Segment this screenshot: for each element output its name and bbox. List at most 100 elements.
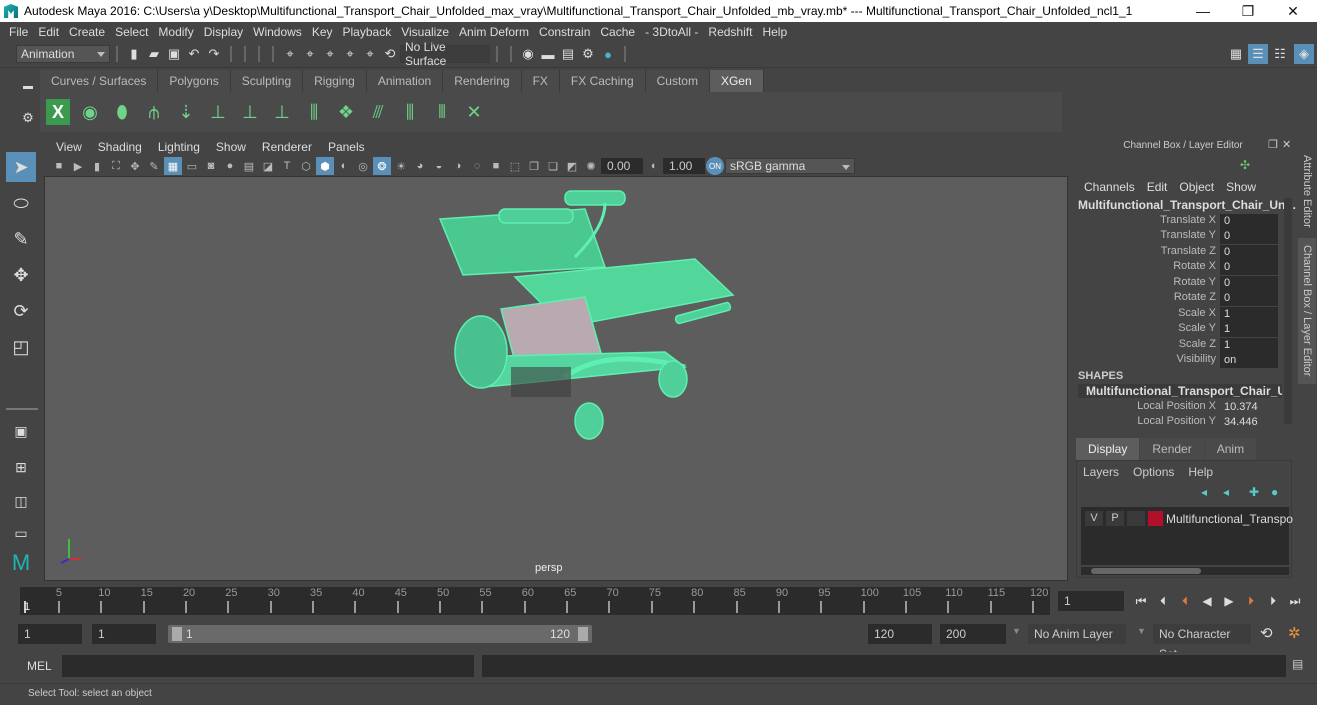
camera-attributes-icon[interactable]: ▶ — [69, 157, 87, 175]
object-name[interactable]: Multifunctional_Transport_Chair_Unf... — [1078, 198, 1299, 212]
create-description-icon[interactable]: ❖ — [334, 99, 358, 125]
attr-scale-y[interactable]: Scale Y 1 — [1078, 322, 1278, 337]
new-layer-icon[interactable]: ✚ — [1249, 485, 1259, 499]
command-input[interactable] — [62, 655, 474, 677]
attr-value[interactable]: on — [1220, 353, 1278, 368]
tab-anim[interactable]: Anim — [1204, 438, 1257, 460]
vp-menu-view[interactable]: View — [48, 140, 90, 154]
add-guide-icon[interactable]: ⊥ — [206, 99, 230, 125]
menu-visualize[interactable]: Visualize — [396, 25, 454, 39]
tab-render[interactable]: Render — [1140, 438, 1204, 460]
attr-translate-z[interactable]: Translate Z 0 — [1078, 245, 1278, 260]
float-panel-icon[interactable]: ❐ — [1268, 138, 1278, 151]
motion-blur-icon[interactable]: ◑ — [449, 157, 467, 175]
lasso-tool-icon[interactable]: ⬭ — [6, 188, 36, 218]
tab-sculpting[interactable]: Sculpting — [230, 70, 304, 92]
render-frame-icon[interactable]: ▬ — [538, 44, 558, 64]
redo-icon[interactable]: ↷ — [204, 44, 224, 64]
restore-button[interactable]: ❐ — [1226, 0, 1270, 22]
rotate-tool-icon[interactable]: ⟳ — [6, 296, 36, 326]
attr-rotate-y[interactable]: Rotate Y 0 — [1078, 276, 1278, 291]
isolate-select-icon[interactable]: ⬚ — [506, 157, 524, 175]
layer-playback-toggle[interactable]: P — [1106, 511, 1124, 526]
attr-scale-x[interactable]: Scale X 1 — [1078, 307, 1278, 322]
attr-value[interactable]: 1 — [1220, 307, 1278, 322]
layer-display-type-toggle[interactable] — [1127, 511, 1145, 526]
channel-box-scrollbar[interactable] — [1284, 198, 1292, 424]
gamma-field[interactable]: 1.00 — [663, 158, 705, 174]
attr-value[interactable]: 1 — [1220, 322, 1278, 337]
field-chart-icon[interactable]: ▤ — [240, 157, 258, 175]
attr-value[interactable]: 10.374 — [1220, 400, 1278, 415]
tab-xgen[interactable]: XGen — [709, 70, 764, 92]
film-gate-icon[interactable]: ▭ — [183, 157, 201, 175]
scrollbar-thumb[interactable] — [1091, 568, 1201, 574]
snap-curve-icon[interactable]: ⌖ — [300, 44, 320, 64]
go-to-start-icon[interactable]: ⏮ — [1132, 592, 1150, 610]
scale-tool-icon[interactable]: ◰ — [6, 332, 36, 362]
play-forwards-icon[interactable]: ▶ — [1220, 592, 1238, 610]
live-surface-field[interactable]: No Live Surface — [400, 40, 490, 68]
tab-polygons[interactable]: Polygons — [158, 70, 231, 92]
select-camera-icon[interactable]: ■ — [50, 157, 68, 175]
character-set-chevron-icon[interactable]: ▼ — [1137, 626, 1146, 636]
hypershade-icon[interactable]: ● — [598, 44, 618, 64]
vp-menu-renderer[interactable]: Renderer — [254, 140, 320, 154]
menu-constrain[interactable]: Constrain — [534, 25, 595, 39]
bookmark-icon[interactable]: ▮ — [88, 157, 106, 175]
range-end-handle[interactable] — [578, 627, 588, 641]
safe-title-icon[interactable]: T — [278, 157, 296, 175]
layer-visibility-toggle[interactable]: V — [1085, 511, 1103, 526]
attr-local-position-y[interactable]: Local Position Y 34.446 — [1078, 415, 1278, 430]
range-slider-bar[interactable]: 1 120 — [168, 625, 592, 643]
attr-value[interactable]: 0 — [1220, 245, 1278, 260]
depth-of-field-icon[interactable]: ■ — [487, 157, 505, 175]
close-button[interactable]: ✕ — [1271, 0, 1315, 22]
attr-value[interactable]: 0 — [1220, 214, 1278, 229]
smooth-shade-icon[interactable]: ⬢ — [316, 157, 334, 175]
shelf-menu-icon[interactable]: ▬ — [18, 76, 38, 96]
outliner-toggle-icon[interactable]: ☰ — [1248, 44, 1268, 64]
shadows-icon[interactable]: ◕ — [411, 157, 429, 175]
new-layer-selected-icon[interactable]: ● — [1271, 485, 1278, 499]
tab-attribute-editor[interactable]: Attribute Editor — [1298, 146, 1316, 236]
two-view-layout-icon[interactable]: ◫ — [6, 486, 36, 516]
attr-value[interactable]: 1 — [1220, 338, 1278, 353]
menu-modify[interactable]: Modify — [153, 25, 198, 39]
select-tool-icon[interactable]: ➤ — [6, 152, 36, 182]
attr-value[interactable]: 0 — [1220, 260, 1278, 275]
move-layer-up-icon[interactable]: ◂ — [1201, 485, 1207, 499]
tab-channel-box-layer-editor[interactable]: Channel Box / Layer Editor — [1298, 238, 1316, 384]
attr-value[interactable]: 0 — [1220, 229, 1278, 244]
range-start-handle[interactable] — [172, 627, 182, 641]
snap-grid-icon[interactable]: ⌖ — [280, 44, 300, 64]
play-backwards-icon[interactable]: ◀ — [1198, 592, 1216, 610]
snap-point-icon[interactable]: ⌖ — [320, 44, 340, 64]
menu-display[interactable]: Display — [199, 25, 248, 39]
add-guides-icon[interactable]: ⫛ — [142, 99, 166, 125]
layer-color-swatch[interactable] — [1148, 511, 1163, 526]
layer-hscrollbar[interactable] — [1081, 567, 1289, 575]
snap-surface-icon[interactable]: ⟲ — [380, 44, 400, 64]
render-view-icon[interactable]: ◉ — [518, 44, 538, 64]
four-view-layout-icon[interactable]: ⊞ — [6, 452, 36, 482]
wireframe-icon[interactable]: ⬡ — [297, 157, 315, 175]
vp-menu-panels[interactable]: Panels — [320, 140, 373, 154]
xgen-clear-preview-icon[interactable]: ⬮ — [110, 99, 134, 125]
attr-local-position-x[interactable]: Local Position X 10.374 — [1078, 400, 1278, 415]
lock-guide-icon[interactable]: ⊥ — [270, 99, 294, 125]
use-all-lights-icon[interactable]: ☀ — [392, 157, 410, 175]
layer-name[interactable]: Multifunctional_Transpo — [1166, 512, 1293, 526]
go-to-end-icon[interactable]: ⏭ — [1286, 592, 1304, 610]
tab-fx-caching[interactable]: FX Caching — [559, 70, 646, 92]
attr-value[interactable]: 0 — [1220, 276, 1278, 291]
start-time-field[interactable]: 1 — [18, 624, 82, 644]
menu-select[interactable]: Select — [110, 25, 153, 39]
menu-file[interactable]: File — [4, 25, 33, 39]
place-guides-icon[interactable]: ⇣ — [174, 99, 198, 125]
single-view-layout-icon[interactable]: ▣ — [6, 416, 36, 446]
sculpt-guide-icon[interactable]: ⊥ — [238, 99, 262, 125]
layer-row[interactable]: V P Multifunctional_Transpo — [1085, 511, 1293, 526]
shelf-settings-icon[interactable]: ⚙ — [18, 108, 38, 128]
mode-dropdown[interactable]: Animation — [16, 45, 110, 63]
